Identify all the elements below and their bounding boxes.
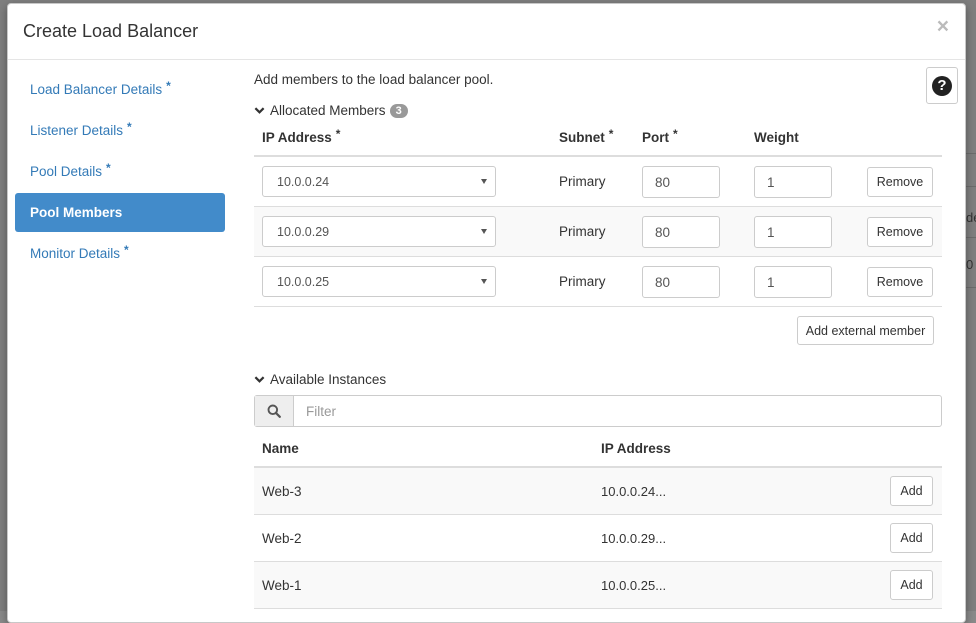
sidebar-item-label: Listener Details [30, 123, 124, 138]
sidebar-item-label: Pool Members [30, 205, 123, 220]
help-button[interactable]: ? [926, 67, 958, 104]
add-button[interactable]: Add [890, 476, 933, 506]
port-input[interactable]: 80 [642, 166, 720, 198]
sidebar-item-pool-members[interactable]: Pool Members [15, 193, 225, 232]
column-header-ip-address: IP Address * [262, 127, 341, 145]
caret-down-icon [481, 179, 487, 184]
search-icon [267, 404, 281, 418]
table-row: Web-3 10.0.0.24... Add [254, 468, 942, 515]
remove-button[interactable]: Remove [867, 267, 933, 297]
sidebar-item-label: Pool Details [30, 164, 103, 179]
required-asterisk: * [127, 119, 132, 134]
column-header-weight: Weight [754, 130, 799, 145]
add-button[interactable]: Add [890, 523, 933, 553]
filter-input[interactable]: Filter [294, 396, 941, 426]
remove-button[interactable]: Remove [867, 167, 933, 197]
table-row: 10.0.0.24 Primary 80 1 Remove [254, 157, 942, 207]
column-header-subnet: Subnet * [559, 127, 614, 145]
sidebar-item-listener-details[interactable]: Listener Details * [15, 111, 225, 150]
count-badge: 3 [389, 103, 408, 118]
table-row: 10.0.0.25 Primary 80 1 Remove [254, 257, 942, 307]
close-icon[interactable]: × [937, 16, 949, 37]
required-asterisk: * [106, 160, 111, 175]
chevron-down-icon [254, 376, 265, 383]
ip-address-select[interactable]: 10.0.0.24 [262, 166, 496, 197]
ip-address-select[interactable]: 10.0.0.29 [262, 216, 496, 247]
sidebar-item-load-balancer-details[interactable]: Load Balancer Details * [15, 70, 225, 109]
caret-down-icon [481, 279, 487, 284]
remove-button[interactable]: Remove [867, 217, 933, 247]
column-header-name: Name [262, 441, 299, 456]
weight-input[interactable]: 1 [754, 266, 832, 298]
sidebar-item-label: Monitor Details [30, 246, 121, 261]
required-asterisk: * [124, 242, 129, 257]
column-header-ip-address: IP Address [601, 441, 671, 456]
section-title: Allocated Members [270, 103, 386, 118]
sidebar-item-label: Load Balancer Details [30, 82, 163, 97]
backdrop-text: 0 [966, 257, 974, 272]
add-button[interactable]: Add [890, 570, 933, 600]
subnet-value: Primary [559, 274, 606, 289]
required-asterisk: * [166, 78, 171, 93]
weight-input[interactable]: 1 [754, 216, 832, 248]
filter-input-group: Filter [254, 395, 942, 427]
port-input[interactable]: 80 [642, 216, 720, 248]
add-external-member-button[interactable]: Add external member [797, 316, 934, 345]
column-header-port: Port * [642, 127, 678, 145]
question-circle-icon: ? [932, 75, 952, 96]
subnet-value: Primary [559, 174, 606, 189]
intro-text: Add members to the load balancer pool. [254, 72, 494, 87]
instance-name: Web-3 [262, 484, 302, 499]
modal-header: Create Load Balancer × [8, 4, 965, 60]
backdrop-text: de [966, 210, 976, 225]
instance-name: Web-1 [262, 578, 302, 593]
ip-address-select[interactable]: 10.0.0.25 [262, 266, 496, 297]
instance-ip: 10.0.0.25... [601, 578, 667, 593]
filter-addon [255, 396, 294, 426]
modal-title: Create Load Balancer [23, 21, 199, 41]
available-instances-toggle[interactable]: Available Instances [254, 372, 386, 387]
table-row: 10.0.0.29 Primary 80 1 Remove [254, 207, 942, 257]
subnet-value: Primary [559, 224, 606, 239]
port-input[interactable]: 80 [642, 266, 720, 298]
section-title: Available Instances [270, 372, 387, 387]
caret-down-icon [481, 229, 487, 234]
sidebar-item-monitor-details[interactable]: Monitor Details * [15, 234, 225, 273]
instance-name: Web-2 [262, 531, 302, 546]
chevron-down-icon [254, 107, 265, 114]
weight-input[interactable]: 1 [754, 166, 832, 198]
wizard-sidebar: Load Balancer Details * Listener Details… [15, 70, 225, 275]
allocated-members-toggle[interactable]: Allocated Members 3 [254, 103, 408, 118]
instance-ip: 10.0.0.24... [601, 484, 667, 499]
sidebar-item-pool-details[interactable]: Pool Details * [15, 152, 225, 191]
instance-ip: 10.0.0.29... [601, 531, 667, 546]
table-row: Web-1 10.0.0.25... Add [254, 562, 942, 609]
table-row: Web-2 10.0.0.29... Add [254, 515, 942, 562]
